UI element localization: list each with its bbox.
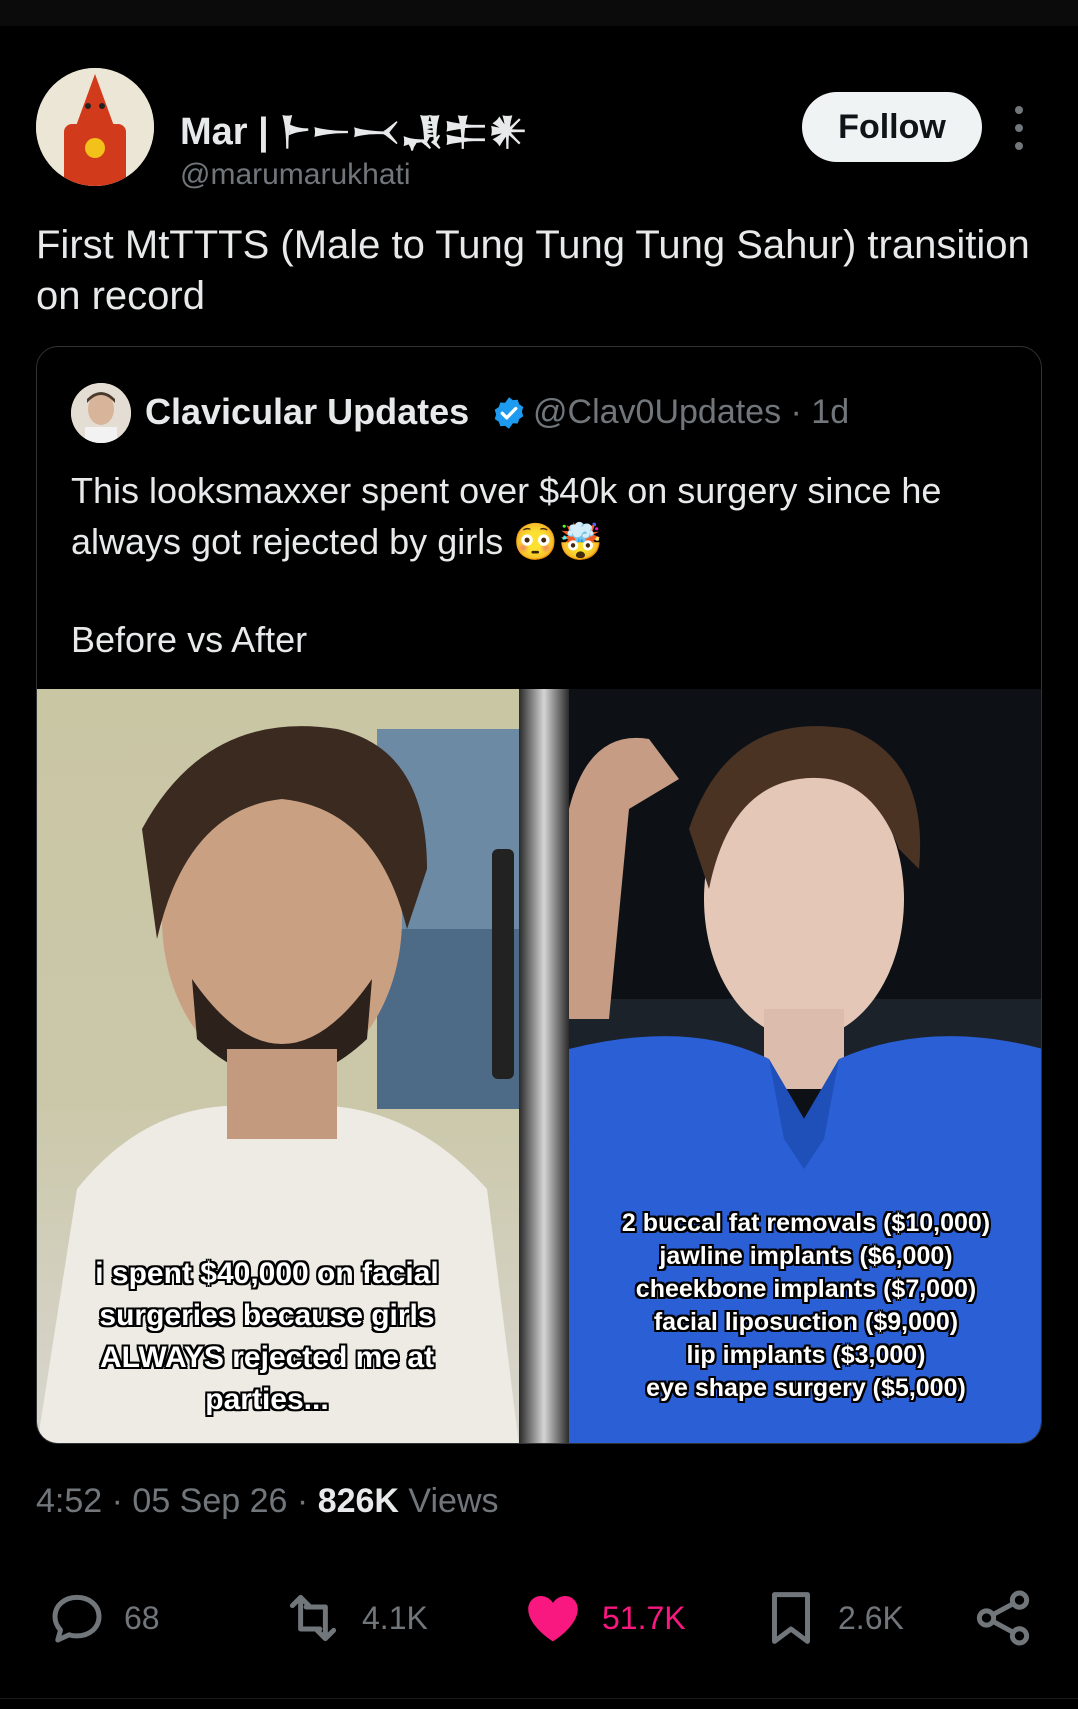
reply-icon [52,1594,102,1643]
quoted-avatar-image [71,383,131,443]
after-photo: 2 buccal fat removals ($10,000) jawline … [569,689,1041,1443]
author-avatar-image [36,68,154,186]
repost-count: 4.1K [362,1599,428,1636]
views-count[interactable]: 826K [318,1482,399,1520]
before-photo: i spent $40,000 on facial surgeries beca… [37,689,519,1443]
quoted-tweet-card[interactable]: Clavicular Updates @Clav0Updates · 1d Th… [36,346,1042,1444]
follow-button[interactable]: Follow [802,92,982,162]
tweet-text: First MtTTTS (Male to Tung Tung Tung Sah… [36,223,1030,318]
caption-line: 2 buccal fat removals ($10,000) [621,1209,991,1237]
photo-divider [519,689,569,1443]
bookmark-button[interactable]: 2.6K [758,1578,904,1658]
share-icon [976,1590,1030,1646]
bookmark-count: 2.6K [838,1599,904,1636]
quoted-author-avatar[interactable] [71,383,131,443]
status-bar-band [0,0,1078,26]
caption-line: facial liposuction ($9,000) [653,1308,959,1336]
bookmark-icon [772,1592,810,1644]
share-button[interactable] [970,1578,1036,1658]
verified-badge-icon [494,397,524,429]
reply-count: 68 [124,1599,160,1636]
action-bar: 68 4.1K 51.7K 2.6K [0,1578,1078,1658]
repost-icon [289,1594,337,1642]
like-button[interactable]: 51.7K [518,1578,686,1658]
heart-icon [528,1596,578,1642]
repost-button[interactable]: 4.1K [278,1578,428,1658]
tweet-time[interactable]: 4:52 [36,1482,102,1520]
author-avatar[interactable] [36,68,154,186]
caption-line: eye shape surgery ($5,000) [646,1374,966,1402]
caption-line: cheekbone implants ($7,000) [635,1275,977,1303]
bottom-divider [0,1698,1078,1699]
tweet-meta: 4:52 · 05 Sep 26 · 826K Views [36,1482,499,1520]
tweet-date[interactable]: 05 Sep 26 [132,1482,287,1520]
caption-line: jawline implants ($6,000) [659,1242,953,1270]
quoted-media-image[interactable]: i spent $40,000 on facial surgeries beca… [37,689,1041,1443]
more-options-icon[interactable] [1006,106,1032,150]
author-handle[interactable]: @marumarukhati [180,158,411,192]
quoted-handle-time: @Clav0Updates · 1d [533,393,850,431]
like-count: 51.7K [602,1599,686,1636]
caption-line: lip implants ($3,000) [686,1341,926,1369]
views-label: Views [408,1482,499,1520]
reply-button[interactable]: 68 [44,1578,160,1658]
after-caption: 2 buccal fat removals ($10,000) jawline … [571,1207,1041,1405]
quoted-tweet-text: This looksmaxxer spent over $40k on surg… [71,470,942,562]
quoted-tweet-subtext: Before vs After [71,619,308,660]
before-caption: i spent $40,000 on facial surgeries beca… [95,1257,439,1416]
quoted-author-name[interactable]: Clavicular Updates [145,391,469,433]
